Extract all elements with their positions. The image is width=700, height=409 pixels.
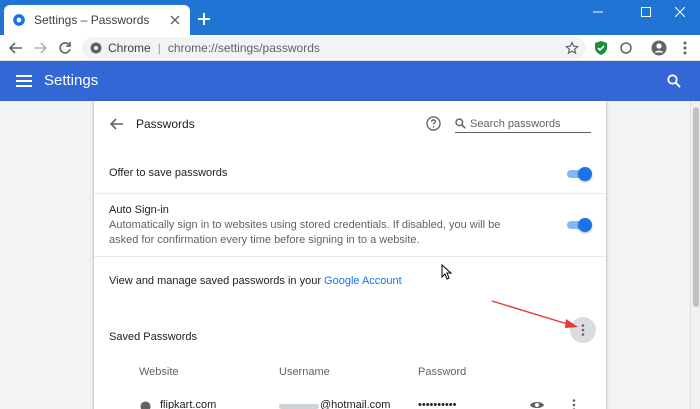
column-header-password: Password xyxy=(418,366,467,378)
page-title: Settings xyxy=(44,72,99,89)
password-row: flipkart.com @hotmail.com •••••••••• xyxy=(94,391,606,409)
password-username: @hotmail.com xyxy=(320,399,391,409)
scrollbar[interactable] xyxy=(690,101,700,409)
offer-save-toggle[interactable] xyxy=(565,167,592,181)
back-icon[interactable] xyxy=(6,38,26,58)
tab-title: Settings – Passwords xyxy=(34,13,150,27)
help-icon[interactable] xyxy=(424,114,442,132)
search-passwords-input[interactable] xyxy=(470,117,588,130)
address-bar[interactable]: Chrome | chrome://settings/passwords xyxy=(82,37,586,59)
saved-passwords-heading: Saved Passwords xyxy=(109,331,198,343)
column-header-website: Website xyxy=(139,366,179,378)
new-tab-icon[interactable] xyxy=(194,9,214,29)
annotation-arrow xyxy=(491,300,578,328)
manage-text: View and manage saved passwords in your xyxy=(109,275,325,287)
passwords-subpage-header: Passwords xyxy=(94,101,606,147)
eye-icon[interactable] xyxy=(530,400,544,409)
globe-icon xyxy=(140,401,151,409)
settings-header: Settings xyxy=(0,61,700,101)
search-icon[interactable] xyxy=(664,71,684,91)
forward-icon[interactable] xyxy=(30,38,50,58)
auto-signin-description: Automatically sign in to websites using … xyxy=(109,219,501,246)
column-header-username: Username xyxy=(279,366,330,378)
extension-icon[interactable] xyxy=(592,39,610,57)
row-more-icon[interactable] xyxy=(572,399,576,409)
offer-save-label: Offer to save passwords xyxy=(109,167,228,179)
passwords-card: Passwords Offer to save passwords Auto S… xyxy=(94,101,606,409)
minimize-icon[interactable] xyxy=(578,0,618,24)
menu-icon[interactable] xyxy=(676,39,694,57)
divider xyxy=(94,193,606,194)
window-close-icon[interactable] xyxy=(660,0,700,24)
password-website[interactable]: flipkart.com xyxy=(160,399,216,409)
back-icon[interactable] xyxy=(108,115,126,133)
cursor-icon xyxy=(441,264,453,280)
url-text: chrome://settings/passwords xyxy=(167,41,320,55)
tab-settings-passwords[interactable]: Settings – Passwords xyxy=(4,5,190,35)
auto-signin-row: Auto Sign-in Automatically sign in to we… xyxy=(109,204,592,248)
star-icon[interactable] xyxy=(564,40,580,56)
auto-signin-label: Auto Sign-in xyxy=(109,204,169,216)
auto-signin-toggle[interactable] xyxy=(565,218,592,232)
password-masked: •••••••••• xyxy=(418,399,457,409)
menu-icon[interactable] xyxy=(14,71,34,91)
search-icon xyxy=(455,118,466,129)
settings-favicon xyxy=(12,13,26,27)
google-account-link[interactable]: Google Account xyxy=(324,275,402,287)
tab-strip: Settings – Passwords xyxy=(0,0,700,35)
extension-icon[interactable] xyxy=(617,39,635,57)
close-icon[interactable] xyxy=(168,13,182,27)
offer-save-passwords-row: Offer to save passwords xyxy=(109,167,592,181)
manage-passwords-row: View and manage saved passwords in your … xyxy=(109,275,591,287)
reload-icon[interactable] xyxy=(55,38,75,58)
omnibox-separator: | xyxy=(157,41,161,55)
site-chip: Chrome xyxy=(108,41,151,55)
scrollbar-thumb[interactable] xyxy=(693,107,699,307)
username-blur xyxy=(279,404,319,409)
divider xyxy=(94,256,606,257)
browser-toolbar: Chrome | chrome://settings/passwords xyxy=(0,35,700,61)
search-passwords-field[interactable] xyxy=(455,115,591,133)
passwords-title: Passwords xyxy=(136,117,195,131)
site-info-icon[interactable] xyxy=(90,42,102,54)
profile-icon[interactable] xyxy=(650,39,668,57)
